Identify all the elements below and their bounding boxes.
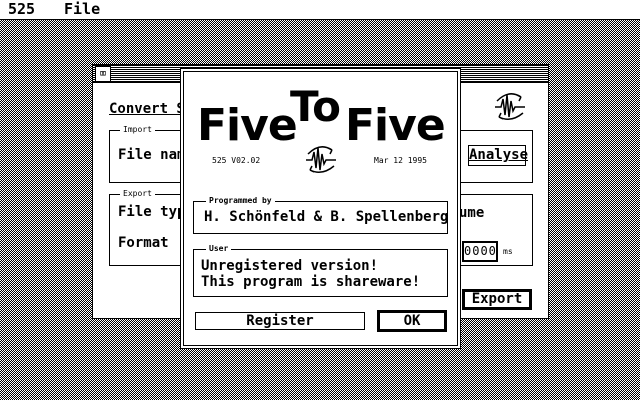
register-button[interactable]: Register [195, 312, 365, 330]
user-box: User Unregistered version! This program … [193, 244, 448, 297]
import-group-label: Import [120, 125, 155, 135]
ms-input[interactable]: 0000 [462, 241, 498, 262]
ms-unit: ms [503, 247, 513, 256]
file-name-label: File nam [118, 147, 186, 163]
volume-label: ume [459, 205, 485, 221]
waveform-arrows-icon [495, 93, 525, 120]
menu-bar: 525 File [0, 0, 640, 20]
menu-app[interactable]: 525 [8, 0, 35, 19]
user-line-1: Unregistered version! [201, 258, 379, 274]
about-dialog: Five To Five 525 V02.02 Mar 12 1995 Prog… [183, 71, 458, 346]
user-line-2: This program is shareware! [201, 274, 421, 290]
ok-button[interactable]: OK [377, 310, 447, 332]
programmed-by-label: Programmed by [206, 196, 275, 206]
user-label: User [206, 244, 232, 254]
format-label: Format [118, 235, 169, 251]
title-five-right: Five [345, 100, 446, 151]
window-heading: Convert S [109, 101, 185, 117]
date-text: Mar 12 1995 [374, 156, 427, 165]
title-to: To [290, 82, 341, 131]
close-box-icon[interactable]: ⌧ [95, 66, 111, 82]
waveform-arrows-icon [306, 146, 336, 173]
analyse-button[interactable]: Analyse [468, 145, 528, 166]
title-five-left: Five [197, 100, 298, 151]
programmed-by-box: Programmed by H. Schönfeld & B. Spellenb… [193, 196, 449, 234]
file-type-label: File typ [118, 204, 186, 220]
export-button[interactable]: Export [462, 289, 532, 310]
version-text: 525 V02.02 [212, 156, 261, 165]
authors-text: H. Schönfeld & B. Spellenberg [204, 209, 449, 225]
export-group-label: Export [120, 189, 155, 199]
menu-file[interactable]: File [64, 0, 100, 19]
